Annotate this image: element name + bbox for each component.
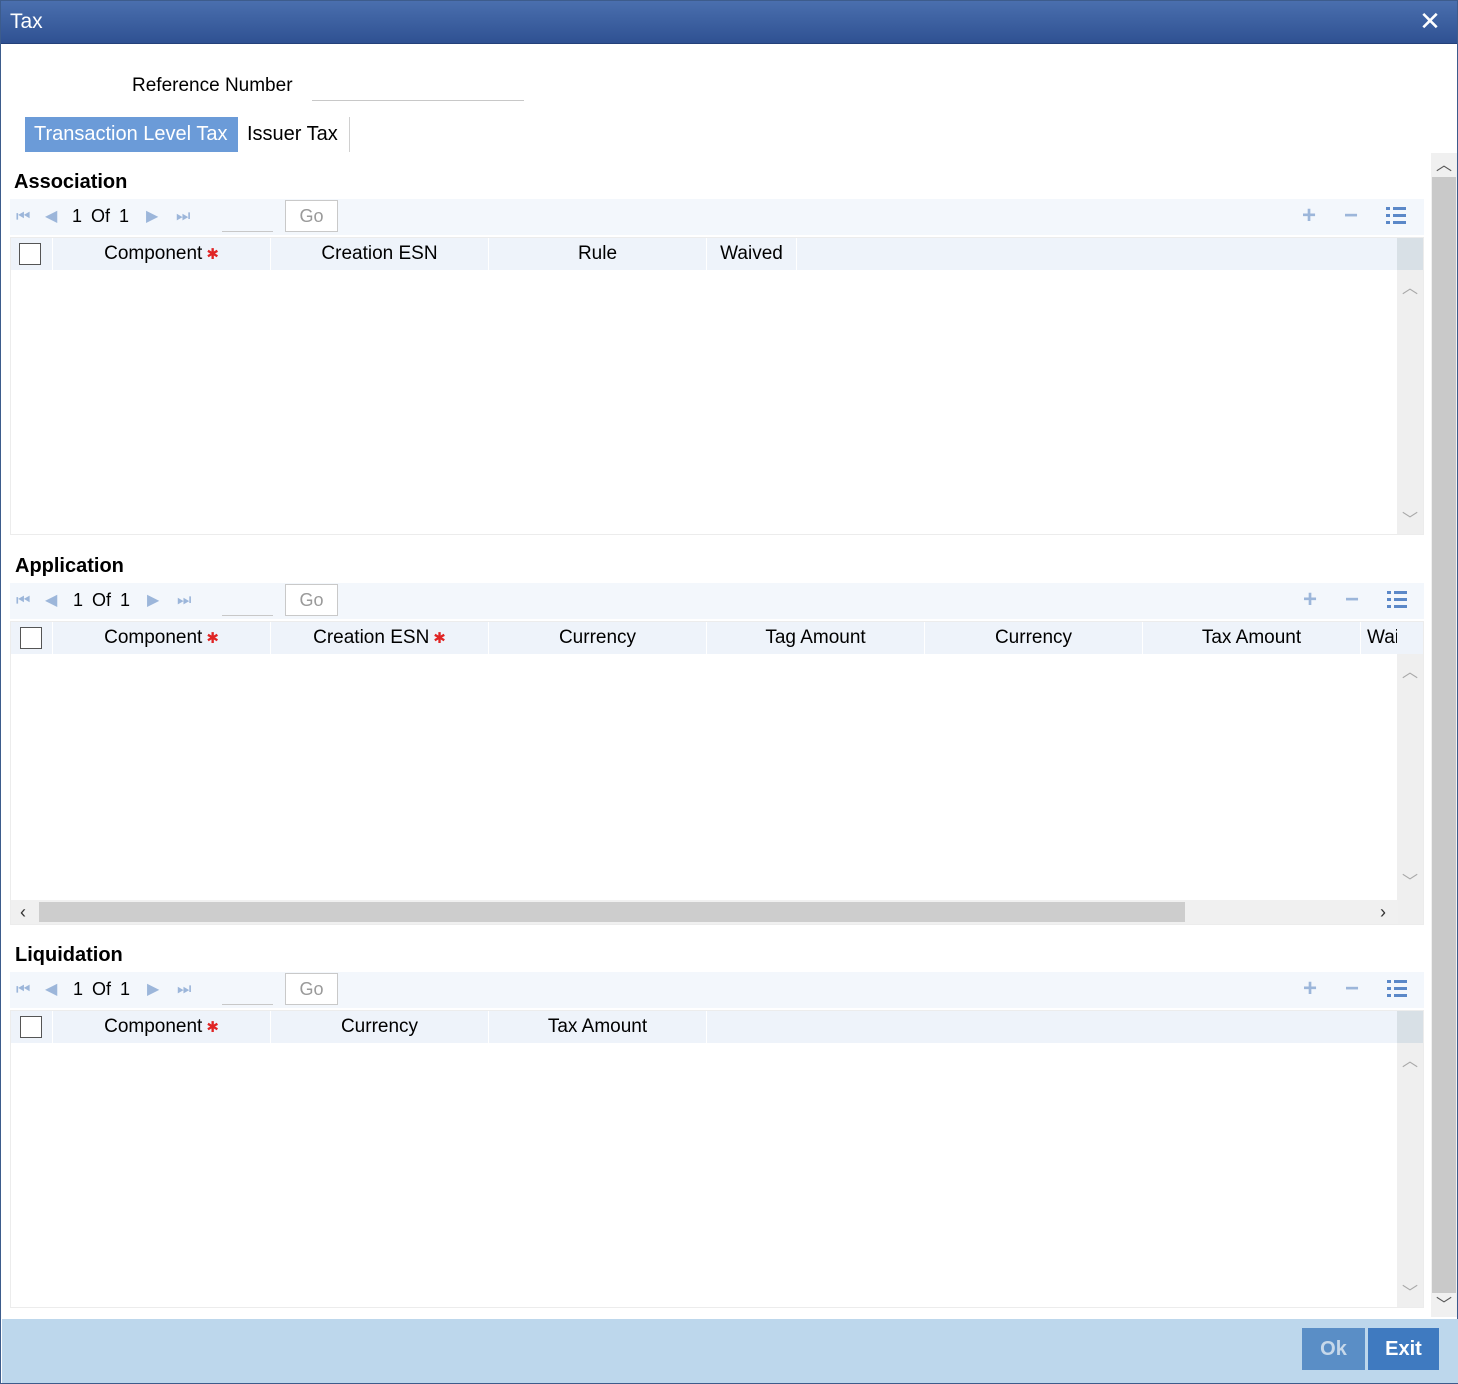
current-page: 1 — [73, 590, 84, 610]
total-pages: 1 — [119, 206, 130, 226]
select-all-checkbox[interactable] — [19, 243, 41, 265]
go-button[interactable]: Go — [285, 584, 338, 616]
application-grid-header: Component ✱ Creation ESN ✱ Currency Tag Am… — [11, 622, 1398, 654]
previous-page-icon[interactable]: ◀ — [45, 592, 57, 610]
reference-number-label: Reference Number — [132, 75, 293, 96]
association-grid: Component ✱ Creation ESN Rule Waived ︿ ﹀ — [10, 237, 1424, 535]
column-header[interactable]: Currency — [271, 1011, 489, 1043]
column-header[interactable]: Component ✱ — [53, 238, 271, 270]
column-header[interactable]: Tag Amount — [707, 622, 925, 654]
previous-page-icon[interactable]: ◀ — [45, 208, 57, 226]
required-icon: ✱ — [206, 1019, 219, 1036]
scroll-up-icon[interactable]: ︿ — [1397, 1047, 1423, 1071]
association-title: Association — [14, 171, 128, 193]
scroll-down-icon[interactable]: ﹀ — [1397, 506, 1423, 530]
application-toolbar: ⏮ ◀ 1 Of 1 ▶ ⏭ Go + − — [10, 583, 1424, 619]
page-number-input[interactable] — [222, 586, 273, 616]
scrollbar-thumb[interactable] — [39, 902, 1185, 922]
select-all-checkbox[interactable] — [20, 1016, 42, 1038]
next-page-icon[interactable]: ▶ — [147, 592, 159, 610]
scroll-down-icon[interactable]: ﹀ — [1431, 1295, 1457, 1317]
liquidation-grid: Component ✱ Currency Tax Amount ︿ ﹀ — [10, 1010, 1424, 1308]
first-page-icon[interactable]: ⏮ — [16, 208, 30, 226]
go-button[interactable]: Go — [285, 973, 338, 1005]
delete-row-icon[interactable]: − — [1345, 587, 1359, 613]
required-icon: ✱ — [206, 630, 219, 647]
next-page-icon[interactable]: ▶ — [147, 981, 159, 999]
tab-issuer-tax[interactable]: Issuer Tax — [238, 117, 350, 152]
page-of-label: Of — [91, 206, 111, 226]
column-header[interactable]: Tax Amount — [489, 1011, 707, 1043]
column-header[interactable]: Currency — [489, 622, 707, 654]
column-header[interactable]: Creation ESN ✱ — [271, 622, 489, 654]
scrollbar-thumb[interactable] — [1432, 177, 1456, 1293]
last-page-icon[interactable]: ⏭ — [177, 981, 191, 999]
single-view-icon[interactable] — [1387, 591, 1407, 609]
total-pages: 1 — [120, 590, 131, 610]
delete-row-icon[interactable]: − — [1344, 203, 1358, 229]
select-all-checkbox[interactable] — [20, 627, 42, 649]
first-page-icon[interactable]: ⏮ — [16, 592, 30, 610]
scroll-left-icon[interactable]: ‹ — [13, 900, 33, 924]
go-button[interactable]: Go — [285, 200, 338, 232]
liquidation-title: Liquidation — [15, 944, 123, 966]
application-title: Application — [15, 555, 124, 577]
ok-button[interactable]: Ok — [1302, 1328, 1365, 1370]
last-page-icon[interactable]: ⏭ — [177, 592, 191, 610]
application-horizontal-scrollbar[interactable]: ‹ › — [11, 900, 1398, 924]
page-of-label: Of — [92, 979, 112, 999]
application-vertical-scrollbar[interactable]: ︿ ﹀ — [1397, 622, 1423, 924]
column-header[interactable]: Tax Amount — [1143, 622, 1361, 654]
column-header[interactable]: Currency — [925, 622, 1143, 654]
association-vertical-scrollbar[interactable]: ︿ ﹀ — [1397, 238, 1423, 534]
exit-button[interactable]: Exit — [1368, 1328, 1439, 1370]
association-grid-header: Component ✱ Creation ESN Rule Waived — [11, 238, 1398, 270]
dialog-footer: Ok Exit — [2, 1319, 1458, 1383]
current-page: 1 — [72, 206, 83, 226]
scroll-right-icon[interactable]: › — [1373, 900, 1393, 924]
close-icon[interactable]: ✕ — [1417, 8, 1443, 34]
previous-page-icon[interactable]: ◀ — [45, 981, 57, 999]
single-view-icon[interactable] — [1387, 980, 1407, 998]
scroll-up-icon[interactable]: ︿ — [1397, 658, 1423, 682]
reference-number-input[interactable] — [312, 71, 524, 101]
column-header[interactable]: Wai — [1361, 622, 1398, 654]
tab-transaction-level-tax[interactable]: Transaction Level Tax — [25, 117, 238, 152]
column-header[interactable]: Rule — [489, 238, 707, 270]
page-of-label: Of — [92, 590, 112, 610]
required-icon: ✱ — [206, 246, 219, 263]
liquidation-vertical-scrollbar[interactable]: ︿ ﹀ — [1397, 1011, 1423, 1307]
page-number-input[interactable] — [222, 975, 273, 1005]
title-bar: Tax ✕ — [1, 1, 1457, 44]
add-row-icon[interactable]: + — [1303, 976, 1317, 1002]
association-toolbar: ⏮ ◀ 1 Of 1 ▶ ⏭ Go + − — [10, 199, 1424, 235]
required-icon: ✱ — [433, 630, 446, 647]
scroll-down-icon[interactable]: ﹀ — [1397, 868, 1423, 892]
next-page-icon[interactable]: ▶ — [146, 208, 158, 226]
application-grid: Component ✱ Creation ESN ✱ Currency Tag Am… — [10, 621, 1424, 925]
scroll-up-icon[interactable]: ︿ — [1431, 155, 1457, 177]
single-view-icon[interactable] — [1386, 207, 1406, 225]
page-number-input[interactable] — [222, 202, 273, 232]
first-page-icon[interactable]: ⏮ — [16, 981, 30, 999]
column-header[interactable]: Waived — [707, 238, 797, 270]
column-header[interactable]: Component ✱ — [53, 1011, 271, 1043]
scroll-up-icon[interactable]: ︿ — [1397, 274, 1423, 298]
add-row-icon[interactable]: + — [1302, 203, 1316, 229]
delete-row-icon[interactable]: − — [1345, 976, 1359, 1002]
column-header[interactable]: Component ✱ — [53, 622, 271, 654]
last-page-icon[interactable]: ⏭ — [176, 208, 190, 226]
add-row-icon[interactable]: + — [1303, 587, 1317, 613]
tax-dialog: Tax ✕ Reference Number Transaction Level… — [0, 0, 1458, 1384]
liquidation-grid-header: Component ✱ Currency Tax Amount — [11, 1011, 1398, 1043]
total-pages: 1 — [120, 979, 131, 999]
scroll-down-icon[interactable]: ﹀ — [1397, 1279, 1423, 1303]
current-page: 1 — [73, 979, 84, 999]
column-header[interactable]: Creation ESN — [271, 238, 489, 270]
window-title: Tax — [10, 10, 43, 33]
liquidation-toolbar: ⏮ ◀ 1 Of 1 ▶ ⏭ Go + − — [10, 972, 1424, 1008]
page-vertical-scrollbar[interactable]: ︿ ﹀ — [1431, 153, 1457, 1317]
